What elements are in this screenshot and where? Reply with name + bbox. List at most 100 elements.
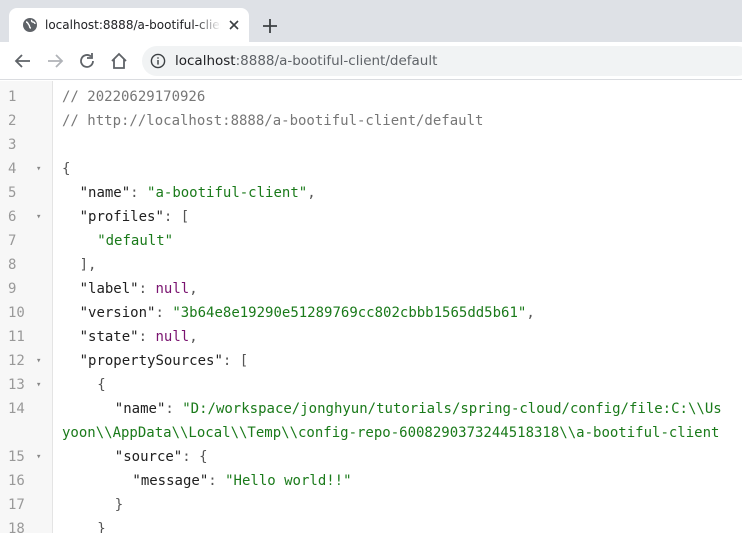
- fold-toggle-icon[interactable]: ▾: [36, 349, 46, 373]
- code-token: "propertySources": [79, 353, 223, 369]
- code-text: "profiles": [: [80, 205, 190, 229]
- browser-tab[interactable]: localhost:8888/a-bootiful-client/default: [9, 8, 249, 42]
- line-number: 15: [8, 449, 25, 465]
- line-number: 8: [8, 257, 17, 273]
- code-token: :: [165, 401, 183, 417]
- code-line: 7 "default": [0, 229, 742, 253]
- fold-toggle-icon[interactable]: ▾: [36, 157, 46, 181]
- code-text: yoon\\AppData\\Local\\Temp\\config-repo-…: [62, 421, 719, 445]
- code-token: "name": [79, 185, 131, 201]
- code-line: 6 ▾ "profiles": [: [0, 205, 742, 229]
- code-line: yoon\\AppData\\Local\\Temp\\config-repo-…: [0, 421, 742, 445]
- code-text: ],: [80, 253, 97, 277]
- code-token: : [: [222, 353, 249, 369]
- new-tab-icon[interactable]: [261, 17, 279, 35]
- code-text: {: [97, 373, 105, 397]
- code-token: "D:/workspace/jonghyun/tutorials/spring-…: [182, 401, 722, 417]
- code-token: null: [155, 329, 190, 345]
- code-line: 17}: [0, 493, 742, 517]
- code-token: ,: [189, 329, 198, 345]
- fold-toggle-icon[interactable]: ▾: [36, 205, 46, 229]
- line-number: 4: [8, 161, 17, 177]
- code-text: "source": {: [115, 445, 208, 469]
- line-number: 10: [8, 305, 25, 321]
- info-icon[interactable]: [150, 53, 166, 69]
- code-lines: 1 // 20220629170926 2 // http://localhost:8…: [0, 85, 742, 533]
- code-token: null: [155, 281, 190, 297]
- reload-icon[interactable]: [77, 51, 97, 71]
- line-number: 1: [8, 89, 17, 105]
- code-text: // http://localhost:8888/a-bootiful-clie…: [62, 109, 483, 133]
- line-number: 3: [8, 137, 17, 153]
- code-token: ,: [526, 305, 535, 321]
- code-text: "label": null,: [80, 277, 198, 301]
- code-token: {: [62, 161, 71, 177]
- code-text: {: [62, 157, 70, 181]
- code-token: "3b64e8e19290e51289769cc802cbbb1565dd5b6…: [172, 305, 527, 321]
- forward-arrow-icon[interactable]: [45, 51, 65, 71]
- line-number: 17: [8, 497, 25, 513]
- back-arrow-icon[interactable]: [13, 51, 33, 71]
- line-number: 6: [8, 209, 17, 225]
- code-line: 14 "name": "D:/workspace/jonghyun/tutoria…: [0, 397, 742, 421]
- code-token: }: [114, 497, 124, 513]
- code-token: :: [155, 305, 173, 321]
- home-icon[interactable]: [109, 51, 129, 71]
- url-path: :8888/a-bootiful-client/default: [235, 53, 438, 69]
- code-text: }: [97, 517, 105, 533]
- code-token: "name": [114, 401, 166, 417]
- code-token: "profiles": [79, 209, 164, 225]
- fold-toggle-icon[interactable]: ▾: [36, 373, 46, 397]
- code-token: :: [138, 329, 156, 345]
- code-text: "state": null,: [80, 325, 198, 349]
- browser-toolbar: localhost:8888/a-bootiful-client/default: [0, 42, 742, 80]
- code-line: 16 "message": "Hello world!!": [0, 469, 742, 493]
- code-text: "version": "3b64e8e19290e51289769cc802cb…: [80, 301, 535, 325]
- line-number: 14: [8, 401, 25, 417]
- code-token: :: [130, 185, 148, 201]
- code-token: "version": [79, 305, 156, 321]
- code-line: 3: [0, 133, 742, 157]
- code-token: ,: [307, 185, 316, 201]
- code-token: :: [208, 473, 226, 489]
- line-number: 9: [8, 281, 17, 297]
- code-line: 12 ▾ "propertySources": [: [0, 349, 742, 373]
- code-line: 9 "label": null,: [0, 277, 742, 301]
- code-token: }: [97, 521, 106, 533]
- close-icon[interactable]: [227, 18, 241, 32]
- line-number: 5: [8, 185, 17, 201]
- code-line: 2 // http://localhost:8888/a-bootiful-cli…: [0, 109, 742, 133]
- url-text[interactable]: localhost:8888/a-bootiful-client/default: [175, 53, 437, 69]
- code-token: "a-bootiful-client": [147, 185, 308, 201]
- code-line: 13 ▾ {: [0, 373, 742, 397]
- line-number: 11: [8, 329, 25, 345]
- url-host: localhost: [175, 53, 236, 69]
- line-number: 7: [8, 233, 17, 249]
- code-text: "message": "Hello world!!": [132, 469, 351, 493]
- code-text: "name": "a-bootiful-client",: [80, 181, 316, 205]
- globe-icon: [23, 18, 37, 32]
- line-number: 13: [8, 377, 25, 393]
- code-line: 8],: [0, 253, 742, 277]
- code-line: 1 // 20220629170926: [0, 85, 742, 109]
- code-text: }: [115, 493, 123, 517]
- code-token: ],: [79, 257, 97, 273]
- code-text: "propertySources": [: [80, 349, 249, 373]
- line-number: 2: [8, 113, 17, 129]
- code-token: "label": [79, 281, 139, 297]
- line-number: 16: [8, 473, 25, 489]
- code-line: 5 "name": "a-bootiful-client",: [0, 181, 742, 205]
- code-token: : {: [182, 449, 208, 465]
- code-token: : [: [163, 209, 190, 225]
- code-token: ,: [189, 281, 198, 297]
- tab-title: localhost:8888/a-bootiful-client/default: [45, 18, 221, 32]
- code-line: 15 ▾ "source": {: [0, 445, 742, 469]
- tab-strip: localhost:8888/a-bootiful-client/default: [0, 0, 742, 42]
- code-text: "name": "D:/workspace/jonghyun/tutorials…: [115, 397, 722, 421]
- line-number: 12: [8, 353, 25, 369]
- code-token: "default": [97, 233, 174, 249]
- code-text: // 20220629170926: [62, 85, 205, 109]
- fold-toggle-icon[interactable]: ▾: [36, 445, 46, 469]
- address-bar[interactable]: localhost:8888/a-bootiful-client/default: [142, 46, 742, 76]
- code-token: "Hello world!!": [225, 473, 352, 489]
